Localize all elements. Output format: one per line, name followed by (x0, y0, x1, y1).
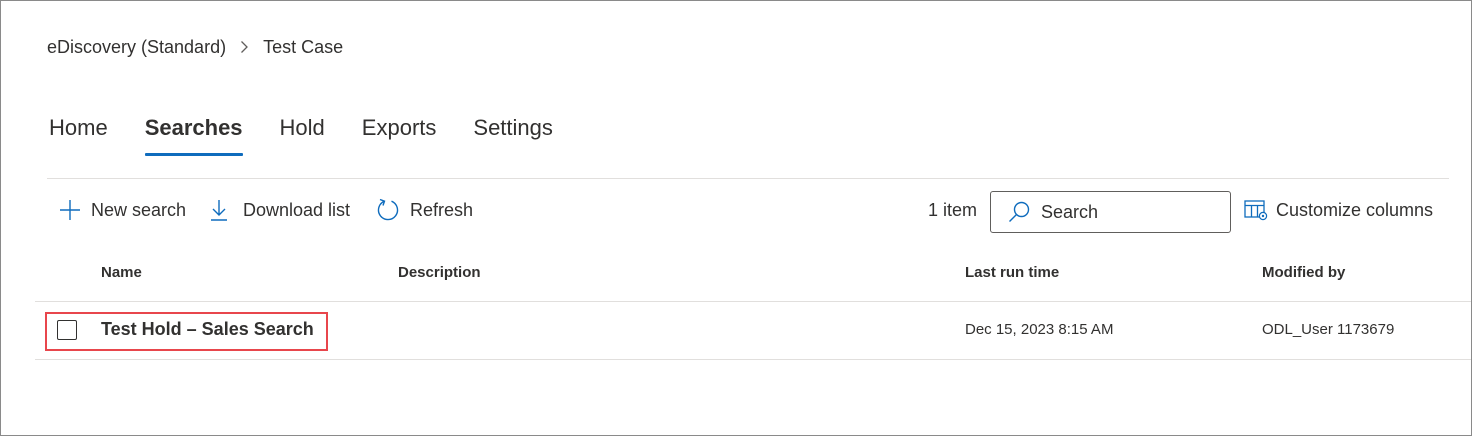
refresh-button[interactable]: Refresh (376, 197, 473, 223)
breadcrumb: eDiscovery (Standard) Test Case (47, 35, 343, 59)
tab-home[interactable]: Home (49, 111, 108, 145)
breadcrumb-root-link[interactable]: eDiscovery (Standard) (47, 37, 226, 58)
refresh-label: Refresh (410, 199, 474, 220)
chevron-right-icon (240, 40, 249, 54)
customize-columns-button[interactable]: Customize columns (1244, 197, 1433, 223)
tabs-divider (47, 178, 1449, 179)
new-search-button[interactable]: New search (59, 197, 186, 223)
tab-searches[interactable]: Searches (144, 111, 243, 156)
search-input[interactable]: Search (990, 191, 1231, 233)
search-placeholder: Search (1041, 201, 1099, 222)
tab-settings[interactable]: Settings (473, 111, 553, 145)
tab-exports[interactable]: Exports (362, 111, 437, 145)
plus-icon (59, 199, 81, 221)
search-icon (1007, 200, 1031, 224)
item-count: 1 item (928, 200, 978, 220)
row-divider (35, 359, 1471, 360)
column-header-last-run-time[interactable]: Last run time (965, 264, 1059, 281)
download-list-label: Download list (243, 199, 351, 220)
column-header-modified-by[interactable]: Modified by (1262, 264, 1345, 281)
column-header-name[interactable]: Name (101, 264, 142, 281)
customize-columns-label: Customize columns (1276, 199, 1434, 220)
app-frame: eDiscovery (Standard) Test Case Home Sea… (0, 0, 1472, 436)
row-name-link[interactable]: Test Hold – Sales Search (101, 319, 314, 340)
download-icon (209, 198, 229, 222)
new-search-label: New search (91, 199, 187, 220)
download-list-button[interactable]: Download list (209, 197, 350, 223)
column-header-description[interactable]: Description (398, 264, 481, 281)
refresh-icon (376, 198, 400, 222)
row-modified-by: ODL_User 1173679 (1262, 321, 1395, 338)
row-checkbox[interactable] (57, 320, 77, 340)
breadcrumb-current: Test Case (263, 36, 344, 57)
table-columns-icon (1244, 199, 1268, 221)
row-last-run-time: Dec 15, 2023 8:15 AM (965, 321, 1114, 338)
header-divider (35, 301, 1471, 302)
tab-bar: Home Searches Hold Exports Settings (49, 111, 590, 159)
tab-hold[interactable]: Hold (280, 111, 325, 145)
